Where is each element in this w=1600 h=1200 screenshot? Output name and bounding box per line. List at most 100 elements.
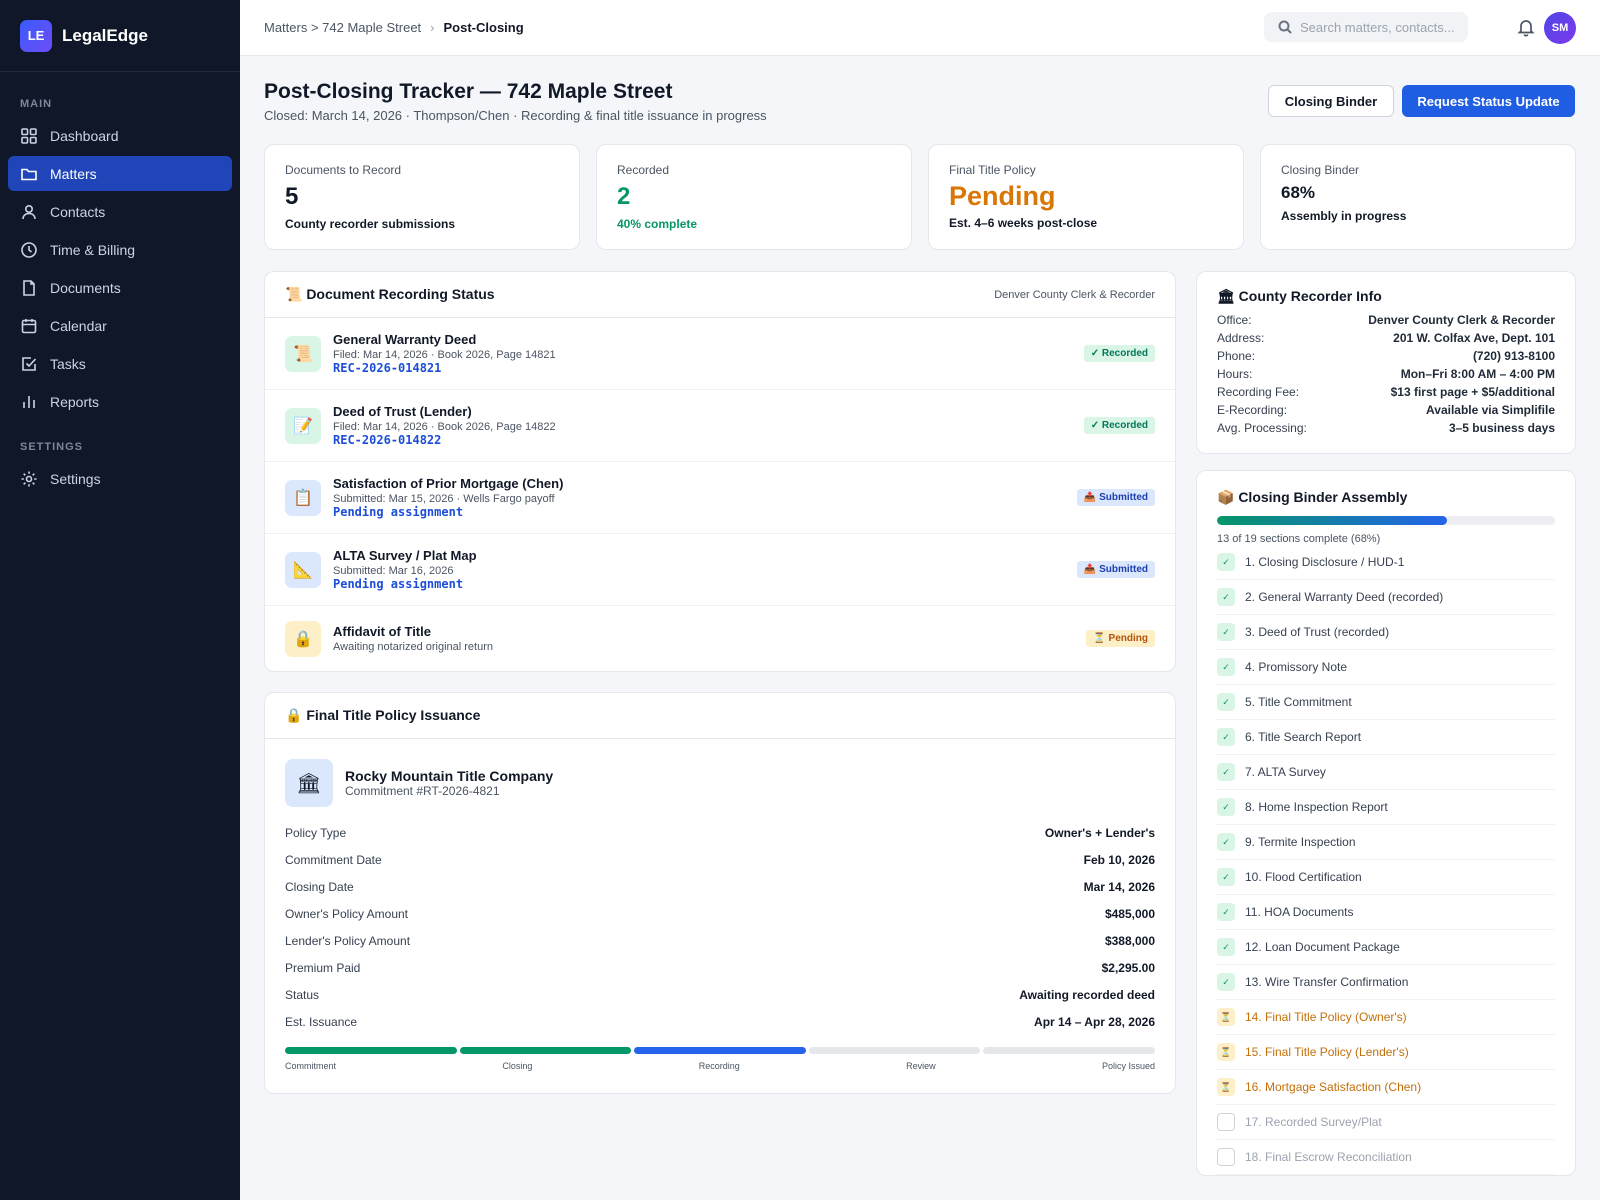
check-square-icon (22, 356, 37, 371)
right-column: 🏛 County Recorder Info Office: Denver Cou… (1196, 271, 1576, 1176)
notification-button[interactable] (1516, 17, 1536, 37)
binder-item[interactable]: ✓ 7. ALTA Survey (1217, 755, 1555, 790)
checkmark-icon[interactable]: ✓ (1217, 798, 1235, 816)
policy-key: Est. Issuance (285, 1014, 358, 1029)
folder-icon (21, 168, 37, 180)
sidebar-item-time-billing[interactable]: Time & Billing (8, 232, 232, 267)
binder-item[interactable]: ✓ 12. Loan Document Package (1217, 930, 1555, 965)
checkmark-icon[interactable]: ✓ (1217, 938, 1235, 956)
calendar-icon (21, 318, 37, 333)
binder-item[interactable]: ✓ 10. Flood Certification (1217, 860, 1555, 895)
user-icon (22, 204, 36, 219)
issuance-timeline (265, 1047, 1175, 1054)
sidebar-item-reports[interactable]: Reports (8, 384, 232, 419)
checkbox-empty-icon[interactable] (1217, 1148, 1235, 1166)
binder-item[interactable]: ✓ 1. Closing Disclosure / HUD-1 (1217, 545, 1555, 580)
sidebar-item-settings[interactable]: Settings (8, 461, 232, 496)
binder-item-label: 14. Final Title Policy (Owner's) (1245, 1010, 1407, 1024)
checkmark-icon[interactable]: ✓ (1217, 903, 1235, 921)
binder-checklist: ✓ 1. Closing Disclosure / HUD-1 ✓ 2. Genera… (1217, 545, 1555, 1175)
list-item[interactable]: 🔒 Affidavit of Title Awaiting notarized … (265, 606, 1175, 671)
checkmark-icon[interactable]: ✓ (1217, 763, 1235, 781)
lock-icon: 🔒 (285, 620, 321, 657)
hourglass-icon[interactable]: ⏳ (1217, 1008, 1235, 1026)
info-key: Phone: (1217, 349, 1256, 363)
sidebar-item-label: Reports (50, 393, 100, 410)
sidebar-item-tasks[interactable]: Tasks (8, 346, 232, 381)
hourglass-icon[interactable]: ⏳ (1217, 1043, 1235, 1061)
checkmark-icon[interactable]: ✓ (1217, 693, 1235, 711)
binder-item-label: 15. Final Title Policy (Lender's) (1245, 1045, 1409, 1059)
sidebar-item-documents[interactable]: Documents (8, 270, 232, 305)
stat-sub: County recorder submissions (285, 217, 456, 231)
checkmark-icon[interactable]: ✓ (1217, 973, 1235, 991)
binder-item[interactable]: ✓ 9. Termite Inspection (1217, 825, 1555, 860)
policy-value: Feb 10, 2026 (1083, 852, 1155, 867)
checkmark-icon[interactable]: ✓ (1217, 658, 1235, 676)
hourglass-icon[interactable]: ⏳ (1217, 1078, 1235, 1096)
title-company-name: Rocky Mountain Title Company (345, 768, 554, 784)
sidebar-item-label: Documents (50, 279, 121, 296)
stat-sub: Assembly in progress (1281, 209, 1407, 223)
doc-reference: Pending assignment (333, 505, 464, 519)
sidebar-item-dashboard[interactable]: Dashboard (8, 118, 232, 153)
stat-value: 68% (1281, 183, 1316, 202)
binder-item[interactable]: 17. Recorded Survey/Plat (1217, 1105, 1555, 1140)
info-value: $13 first page + $5/additional (1390, 385, 1555, 399)
info-value: 3–5 business days (1448, 421, 1555, 435)
sidebar-item-contacts[interactable]: Contacts (8, 194, 232, 229)
bank-icon: 🏛 (285, 759, 333, 807)
binder-item[interactable]: ✓ 8. Home Inspection Report (1217, 790, 1555, 825)
binder-item[interactable]: ⏳ 15. Final Title Policy (Lender's) (1217, 1035, 1555, 1070)
binder-item[interactable]: ⏳ 14. Final Title Policy (Owner's) (1217, 1000, 1555, 1035)
list-item[interactable]: 📋 Satisfaction of Prior Mortgage (Chen) … (265, 462, 1175, 534)
binder-item-label: 6. Title Search Report (1245, 730, 1362, 744)
card-title: 📜 Document Recording Status (285, 286, 495, 302)
title-company-body: Rocky Mountain Title Company Commitment … (345, 768, 553, 798)
stat-card-recorded: Recorded 2 40% complete (596, 144, 912, 250)
checkmark-icon[interactable]: ✓ (1217, 728, 1235, 746)
binder-item[interactable]: ✓ 13. Wire Transfer Confirmation (1217, 965, 1555, 1000)
binder-item[interactable]: ✓ 3. Deed of Trust (recorded) (1217, 615, 1555, 650)
binder-item[interactable]: ✓ 5. Title Commitment (1217, 685, 1555, 720)
stat-label: Documents to Record (285, 163, 402, 177)
policy-value: Awaiting recorded deed (1019, 987, 1155, 1002)
binder-item[interactable]: ⏳ 16. Mortgage Satisfaction (Chen) (1217, 1070, 1555, 1105)
binder-item-label: 16. Mortgage Satisfaction (Chen) (1245, 1080, 1422, 1094)
closing-binder-button[interactable]: Closing Binder (1268, 85, 1394, 117)
checkmark-icon[interactable]: ✓ (1217, 623, 1235, 641)
binder-item[interactable]: ✓ 11. HOA Documents (1217, 895, 1555, 930)
sidebar-item-calendar[interactable]: Calendar (8, 308, 232, 343)
stat-sub: Est. 4–6 weeks post-close (949, 216, 1098, 230)
binder-item-label: 1. Closing Disclosure / HUD-1 (1245, 555, 1405, 569)
info-key: E-Recording: (1217, 403, 1288, 417)
sidebar-item-label: Matters (50, 165, 97, 182)
brand[interactable]: LE LegalEdge (0, 0, 240, 72)
checkmark-icon[interactable]: ✓ (1217, 588, 1235, 606)
checkmark-icon[interactable]: ✓ (1217, 833, 1235, 851)
policy-key: Premium Paid (285, 960, 361, 975)
list-item[interactable]: 📝 Deed of Trust (Lender) Filed: Mar 14, … (265, 390, 1175, 462)
doc-filed: Filed: Mar 14, 2026 · Book 2026, Page 14… (333, 421, 556, 433)
binder-item[interactable]: ✓ 4. Promissory Note (1217, 650, 1555, 685)
binder-item[interactable]: ✓ 2. General Warranty Deed (recorded) (1217, 580, 1555, 615)
avatar[interactable]: SM (1544, 12, 1576, 44)
binder-item[interactable]: ✓ 6. Title Search Report (1217, 720, 1555, 755)
doc-reference: Pending assignment (333, 577, 464, 591)
list-item[interactable]: 📜 General Warranty Deed Filed: Mar 14, 2… (265, 318, 1175, 390)
request-status-update-button[interactable]: Request Status Update (1402, 85, 1575, 117)
breadcrumb-separator: › (430, 20, 435, 35)
search-input[interactable]: Search matters, contacts... (1264, 12, 1468, 42)
breadcrumb-matter[interactable]: Matters > 742 Maple Street (264, 20, 421, 35)
checkbox-empty-icon[interactable] (1217, 1113, 1235, 1131)
policy-row: Status Awaiting recorded deed (265, 981, 1175, 1008)
stat-sub: 40% complete (617, 217, 698, 231)
stat-card-documents: Documents to Record 5 County recorder su… (264, 144, 580, 250)
binder-item[interactable]: 18. Final Escrow Reconciliation (1217, 1140, 1555, 1175)
policy-row: Premium Paid $2,295.00 (265, 954, 1175, 981)
checkmark-icon[interactable]: ✓ (1217, 553, 1235, 571)
list-item[interactable]: 📐 ALTA Survey / Plat Map Submitted: Mar … (265, 534, 1175, 606)
checkmark-icon[interactable]: ✓ (1217, 868, 1235, 886)
page-header: Post-Closing Tracker — 742 Maple Street … (264, 56, 1576, 144)
sidebar-item-matters[interactable]: Matters (8, 156, 232, 191)
